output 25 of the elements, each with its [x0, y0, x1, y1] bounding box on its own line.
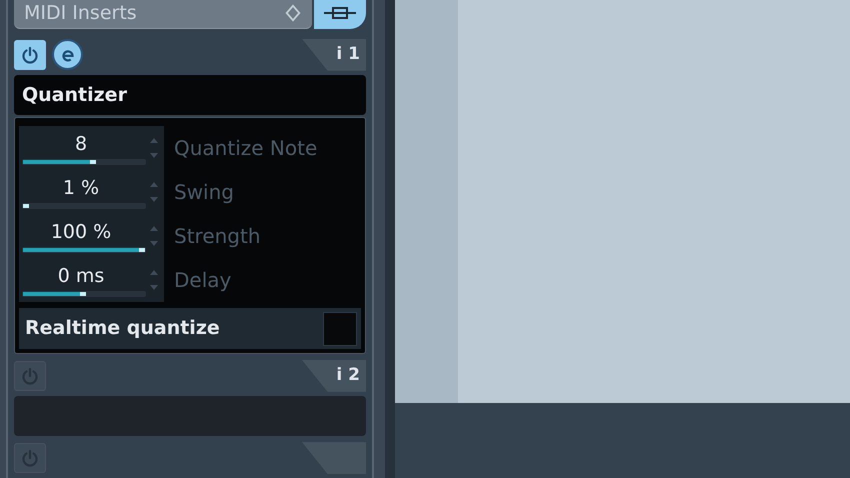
diamond-icon	[284, 4, 302, 22]
parameter-label: Quantize Note	[174, 135, 318, 162]
power-icon	[20, 448, 40, 468]
option-label: Realtime quantize	[25, 316, 220, 342]
parameter-value[interactable]: 1 %	[62, 176, 100, 200]
parameter-label: Delay	[174, 267, 232, 294]
routing-button[interactable]	[314, 0, 366, 29]
value-slider[interactable]	[22, 290, 146, 297]
power-icon	[20, 366, 40, 386]
parameter-label: Strength	[174, 223, 261, 250]
slider-fill[interactable]	[23, 292, 86, 296]
edit-button[interactable]	[52, 39, 83, 70]
plugin-name-field[interactable]: Quantizer	[14, 74, 366, 116]
plugin-name-field[interactable]	[14, 396, 366, 436]
insert-icon	[322, 5, 358, 22]
parameter-value[interactable]: 8	[74, 132, 88, 156]
value-slider[interactable]	[22, 158, 146, 165]
parameter-label: Swing	[174, 179, 234, 206]
slider-fill[interactable]	[23, 204, 29, 208]
value-slider[interactable]	[22, 202, 146, 209]
slider-fill[interactable]	[23, 160, 96, 164]
parameter-value[interactable]: 0 ms	[58, 264, 104, 288]
power-button[interactable]	[14, 40, 46, 70]
power-icon	[20, 44, 40, 65]
checkbox[interactable]	[323, 312, 357, 346]
